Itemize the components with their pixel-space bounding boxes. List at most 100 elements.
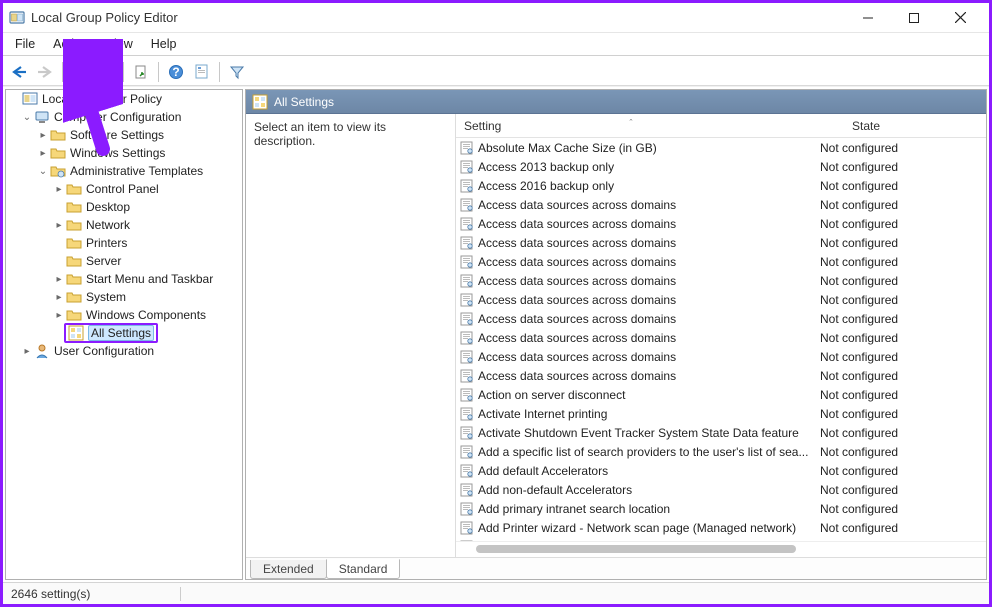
- column-state[interactable]: State: [806, 119, 926, 133]
- setting-name: Access data sources across domains: [478, 198, 820, 212]
- setting-state: Not configured: [820, 198, 940, 212]
- statusbar: 2646 setting(s): [3, 582, 989, 604]
- list-item[interactable]: Add primary intranet search locationNot …: [456, 499, 986, 518]
- menubar: File Action View Help: [3, 33, 989, 55]
- folder-icon: [66, 235, 82, 251]
- policy-item-icon: [460, 445, 474, 459]
- tree-windows-settings[interactable]: Windows Settings: [70, 146, 165, 160]
- list-header[interactable]: ˆ Setting State: [456, 114, 986, 138]
- policy-item-icon: [460, 502, 474, 516]
- policy-item-icon: [460, 388, 474, 402]
- minimize-button[interactable]: [845, 3, 891, 33]
- twist-icon[interactable]: ⌄: [20, 112, 34, 123]
- tab-extended[interactable]: Extended: [250, 560, 327, 579]
- list-item[interactable]: Add non-default AcceleratorsNot configur…: [456, 480, 986, 499]
- tree-start-menu[interactable]: Start Menu and Taskbar: [86, 272, 213, 286]
- policy-item-icon: [460, 236, 474, 250]
- help-button[interactable]: ?: [164, 60, 188, 84]
- policy-item-icon: [460, 407, 474, 421]
- folder-icon: [66, 253, 82, 269]
- setting-state: Not configured: [820, 255, 940, 269]
- list-item[interactable]: Access data sources across domainsNot co…: [456, 366, 986, 385]
- tree-software-settings[interactable]: Software Settings: [70, 128, 164, 142]
- list-item[interactable]: Activate Internet printingNot configured: [456, 404, 986, 423]
- setting-state: Not configured: [820, 293, 940, 307]
- filter-button[interactable]: [225, 60, 249, 84]
- list-item[interactable]: Access data sources across domainsNot co…: [456, 328, 986, 347]
- list-item[interactable]: Add Printer wizard - Network scan page (…: [456, 518, 986, 537]
- all-settings-icon: [252, 94, 268, 110]
- export-button[interactable]: [129, 60, 153, 84]
- folder-icon: [66, 199, 82, 215]
- list-item[interactable]: Access 2013 backup onlyNot configured: [456, 157, 986, 176]
- setting-state: Not configured: [820, 445, 940, 459]
- setting-name: Access data sources across domains: [478, 217, 820, 231]
- list-item[interactable]: Access data sources across domainsNot co…: [456, 233, 986, 252]
- toolbar: ?: [3, 58, 989, 86]
- list-item[interactable]: Access data sources across domainsNot co…: [456, 195, 986, 214]
- policy-item-icon: [460, 426, 474, 440]
- app-icon: [9, 10, 25, 26]
- show-hide-tree-button[interactable]: [68, 60, 92, 84]
- list-item[interactable]: Action on server disconnectNot configure…: [456, 385, 986, 404]
- setting-state: Not configured: [820, 331, 940, 345]
- policy-item-icon: [460, 331, 474, 345]
- list-item[interactable]: Add default AcceleratorsNot configured: [456, 461, 986, 480]
- tree-server[interactable]: Server: [86, 254, 121, 268]
- list-item[interactable]: Access data sources across domainsNot co…: [456, 290, 986, 309]
- maximize-button[interactable]: [891, 3, 937, 33]
- list-item[interactable]: Access data sources across domainsNot co…: [456, 309, 986, 328]
- close-button[interactable]: [937, 3, 983, 33]
- list-item[interactable]: Absolute Max Cache Size (in GB)Not confi…: [456, 138, 986, 157]
- setting-name: Access data sources across domains: [478, 350, 820, 364]
- policy-item-icon: [460, 198, 474, 212]
- content-title: All Settings: [274, 95, 334, 109]
- content-header: All Settings: [246, 90, 986, 114]
- menu-file[interactable]: File: [7, 35, 43, 53]
- menu-view[interactable]: View: [98, 35, 141, 53]
- tree-user-config[interactable]: User Configuration: [54, 344, 154, 358]
- tree-windows-components[interactable]: Windows Components: [86, 308, 206, 322]
- tree-printers[interactable]: Printers: [86, 236, 127, 250]
- tree-desktop[interactable]: Desktop: [86, 200, 130, 214]
- sort-ascending-icon: ˆ: [630, 118, 633, 128]
- forward-button[interactable]: [33, 60, 57, 84]
- tree-computer-config[interactable]: Computer Configuration: [54, 110, 181, 124]
- setting-state: Not configured: [820, 521, 940, 535]
- list-item[interactable]: Access 2016 backup onlyNot configured: [456, 176, 986, 195]
- tree-network[interactable]: Network: [86, 218, 130, 232]
- setting-name: Add primary intranet search location: [478, 502, 820, 516]
- list-item[interactable]: Add a specific list of search providers …: [456, 442, 986, 461]
- list-item[interactable]: Access data sources across domainsNot co…: [456, 252, 986, 271]
- setting-name: Activate Internet printing: [478, 407, 820, 421]
- tree-pane[interactable]: ▸ Local Computer Policy ⌄ Computer Confi…: [5, 89, 243, 580]
- policy-item-icon: [460, 483, 474, 497]
- menu-help[interactable]: Help: [143, 35, 185, 53]
- titlebar: Local Group Policy Editor: [3, 3, 989, 33]
- properties-button[interactable]: [190, 60, 214, 84]
- setting-state: Not configured: [820, 312, 940, 326]
- up-button[interactable]: [94, 60, 118, 84]
- tree-control-panel[interactable]: Control Panel: [86, 182, 159, 196]
- list-item[interactable]: Activate Shutdown Event Tracker System S…: [456, 423, 986, 442]
- settings-list[interactable]: Absolute Max Cache Size (in GB)Not confi…: [456, 138, 986, 541]
- column-setting[interactable]: ˆ Setting: [456, 119, 806, 133]
- setting-name: Add Printer wizard - Network scan page (…: [478, 521, 820, 535]
- horizontal-scrollbar[interactable]: [456, 541, 986, 557]
- tree-system[interactable]: System: [86, 290, 126, 304]
- policy-item-icon: [460, 312, 474, 326]
- list-item[interactable]: Access data sources across domainsNot co…: [456, 214, 986, 233]
- policy-item-icon: [460, 274, 474, 288]
- back-button[interactable]: [7, 60, 31, 84]
- folder-icon: [66, 217, 82, 233]
- list-item[interactable]: Access data sources across domainsNot co…: [456, 271, 986, 290]
- tree-root[interactable]: Local Computer Policy: [42, 92, 162, 106]
- tab-standard[interactable]: Standard: [326, 559, 401, 579]
- tree-admin-templates[interactable]: Administrative Templates: [70, 164, 203, 178]
- setting-name: Add a specific list of search providers …: [478, 445, 820, 459]
- user-icon: [34, 343, 50, 359]
- tree-all-settings[interactable]: All Settings: [88, 325, 154, 341]
- menu-action[interactable]: Action: [45, 35, 96, 53]
- setting-state: Not configured: [820, 141, 940, 155]
- list-item[interactable]: Access data sources across domainsNot co…: [456, 347, 986, 366]
